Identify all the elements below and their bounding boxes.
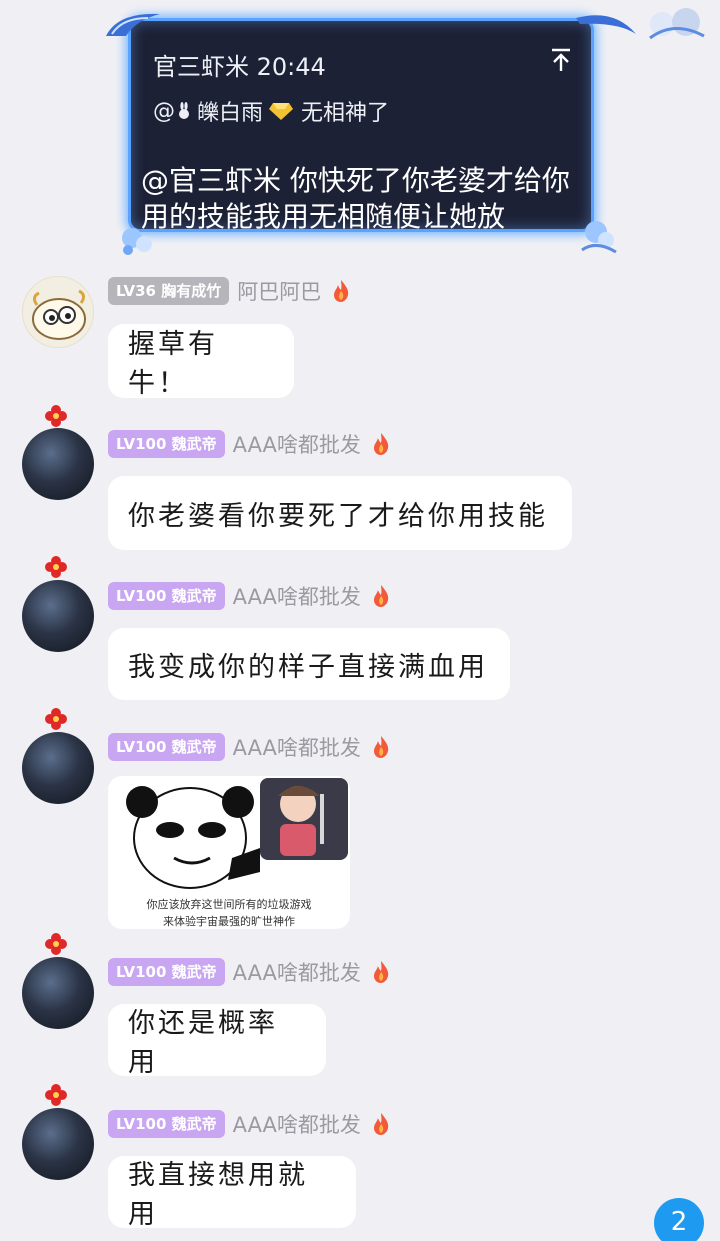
reply-body: @官三虾米 你快死了你老婆才给你用的技能我用无相随便让她放 [141,164,570,233]
avatar[interactable] [22,580,94,652]
flame-icon [373,736,389,758]
reply-quote: @ 皪白雨 无相神了 [153,95,389,127]
flower-icon [45,556,67,578]
message-meta: LV36 胸有成竹 阿巴阿巴 [108,277,351,305]
nickname[interactable]: AAA啥都批发 [233,957,361,987]
frame-ornament-top-right [576,8,705,40]
nickname[interactable]: 阿巴阿巴 [237,276,321,306]
message-bubble[interactable]: 你还是概率用 [108,1004,326,1078]
sticker-image[interactable]: 你应该放弃这世间所有的垃圾游戏 来体验宇宙最强的旷世神作 [108,776,350,929]
flower-icon [45,708,67,730]
frame-ornament-top-left [106,13,160,36]
quote-at: @ [153,98,175,124]
message-meta: LV100 魏武帝 AAA啥都批发 [108,958,391,986]
sticker-caption-line-1: 你应该放弃这世间所有的垃圾游戏 [146,898,312,911]
flower-icon [45,405,67,427]
message-meta: LV100 魏武帝 AAA啥都批发 [108,733,391,761]
flame-icon [373,433,389,455]
level-badge: LV100 魏武帝 [108,958,225,986]
sticker-caption-line-2: 来体验宇宙最强的旷世神作 [163,915,295,928]
message-bubble[interactable]: 我变成你的样子直接满血用 [108,628,510,700]
avatar[interactable] [22,428,94,500]
message-meta: LV100 魏武帝 AAA啥都批发 [108,582,391,610]
flame-icon [373,1113,389,1135]
message-bubble[interactable]: 你老婆看你要死了才给你用技能 [108,476,572,550]
message-bubble[interactable]: 我直接想用就用 [108,1156,356,1230]
pinned-reply-card[interactable]: 官三虾米 20:44 @ 皪白雨 无相神了 @官三虾米 你快死了你老婆才给你用的… [128,18,594,233]
nickname[interactable]: AAA啥都批发 [233,1109,361,1139]
level-badge: LV100 魏武帝 [108,1110,225,1138]
avatar[interactable] [22,276,94,348]
frame-ornament-bottom-left [122,228,152,255]
nickname[interactable]: AAA啥都批发 [233,581,361,611]
avatar[interactable] [22,957,94,1029]
nickname[interactable]: AAA啥都批发 [233,732,361,762]
rabbit-icon [179,102,189,119]
nickname[interactable]: AAA啥都批发 [233,429,361,459]
reply-header: 官三虾米 20:44 [153,53,326,81]
flame-icon [373,961,389,983]
flower-icon [45,1084,67,1106]
diamond-icon [269,103,294,120]
cartoon-avatar-icon [32,289,86,340]
message-meta: LV100 魏武帝 AAA啥都批发 [108,430,391,458]
flame-icon [373,585,389,607]
unread-count-badge[interactable]: 2 [654,1198,704,1241]
panda-meme-image [126,778,348,889]
message-meta: LV100 魏武帝 AAA啥都批发 [108,1110,391,1138]
quote-name: 皪白雨 [197,101,264,126]
scroll-to-top-icon[interactable] [549,47,573,73]
level-badge: LV100 魏武帝 [108,582,225,610]
avatar[interactable] [22,732,94,804]
flame-icon [334,280,349,302]
quote-text: 无相神了 [301,101,390,126]
frame-ornament-bottom-right [581,221,617,254]
level-badge: LV36 胸有成竹 [108,277,230,305]
avatar[interactable] [22,1108,94,1180]
flower-icon [45,933,67,955]
level-badge: LV100 魏武帝 [108,430,225,458]
level-badge: LV100 魏武帝 [108,733,225,761]
message-bubble[interactable]: 握草有牛！ [108,324,294,399]
